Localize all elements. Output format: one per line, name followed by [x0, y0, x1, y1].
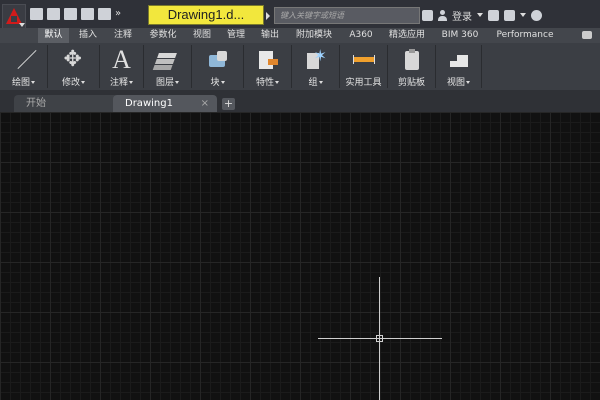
title-bar: » Drawing1.d... 键入关键字或短语 登录	[0, 0, 600, 34]
move-icon	[62, 47, 86, 72]
panel-properties-label: 特性	[255, 78, 274, 88]
chevron-down-icon	[318, 81, 323, 84]
document-title: Drawing1.d...	[148, 5, 264, 25]
title-right-controls: 登录	[422, 7, 542, 23]
tab-output[interactable]: 输出	[255, 28, 285, 43]
binoculars-icon[interactable]	[422, 9, 433, 21]
tab-addins[interactable]: 附加模块	[290, 28, 338, 43]
ribbon-tab-bar: 默认 插入 注释 参数化 视图 管理 输出 附加模块 A360 精选应用 BIM…	[0, 28, 600, 43]
chevron-down-icon	[19, 23, 25, 27]
crosshair-pickbox	[376, 335, 383, 342]
panel-clipboard[interactable]: 剪贴板	[388, 45, 436, 88]
panel-layers-label: 图层	[155, 78, 174, 88]
panel-utilities-label: 实用工具	[345, 78, 382, 88]
tab-featured-apps[interactable]: 精选应用	[383, 28, 431, 43]
panel-annotation-label: 注释	[109, 78, 128, 88]
tab-performance[interactable]: Performance	[491, 28, 559, 43]
clipboard-icon	[400, 49, 424, 71]
ribbon: 绘图 修改 A 注释 图层 块 特性 组 实用工具 剪贴板 视图	[0, 43, 600, 91]
tab-view[interactable]: 视图	[187, 28, 217, 43]
chevron-down-icon	[220, 81, 225, 84]
chevron-down-icon	[175, 81, 179, 84]
tab-manage[interactable]: 管理	[221, 28, 251, 43]
panel-annotation[interactable]: A 注释	[100, 45, 144, 88]
close-icon[interactable]: ×	[201, 95, 209, 112]
file-tab-bar: 开始 Drawing1 × +	[0, 90, 600, 112]
panel-modify[interactable]: 修改	[48, 45, 100, 88]
panel-view-label: 视图	[446, 78, 465, 88]
tab-parametric[interactable]: 参数化	[143, 28, 183, 43]
new-tab-button[interactable]: +	[222, 98, 235, 110]
expand-arrow-icon[interactable]	[266, 12, 270, 20]
group-icon	[304, 46, 328, 71]
save-as-icon[interactable]	[81, 8, 94, 20]
chevron-down-icon	[466, 81, 470, 84]
panel-clipboard-label: 剪贴板	[397, 78, 425, 88]
chevron-down-icon	[81, 81, 85, 84]
autocad-logo-icon	[6, 8, 22, 24]
open-file-icon[interactable]	[47, 8, 60, 20]
exchange-icon[interactable]	[488, 9, 499, 21]
file-tab-start[interactable]: 开始	[14, 95, 118, 112]
search-placeholder: 键入关键字或短语	[280, 11, 344, 20]
save-icon[interactable]	[64, 8, 77, 20]
quick-access-toolbar: »	[30, 8, 123, 22]
view-icon	[447, 49, 471, 71]
file-tab-start-label: 开始	[26, 98, 46, 109]
file-tab-drawing1[interactable]: Drawing1 ×	[113, 95, 217, 112]
file-tab-drawing1-label: Drawing1	[125, 98, 173, 109]
tab-bim360[interactable]: BIM 360	[435, 28, 485, 43]
panel-group-label: 组	[308, 78, 318, 88]
panel-block-label: 块	[210, 78, 220, 88]
print-icon[interactable]	[98, 8, 111, 20]
block-icon	[206, 49, 230, 71]
document-title-text: Drawing1.d...	[167, 7, 245, 22]
a360-icon[interactable]	[504, 9, 515, 21]
search-input[interactable]: 键入关键字或短语	[274, 7, 420, 24]
ribbon-minimize-icon[interactable]	[582, 31, 592, 39]
tab-default[interactable]: 默认	[38, 28, 69, 43]
panel-block[interactable]: 块	[192, 45, 244, 88]
tab-annotate[interactable]: 注释	[108, 28, 138, 43]
panel-properties[interactable]: 特性	[244, 45, 292, 88]
tab-a360[interactable]: A360	[343, 28, 379, 43]
panel-utilities[interactable]: 实用工具	[340, 45, 388, 88]
layers-icon	[156, 49, 180, 71]
drawing-canvas[interactable]	[0, 112, 600, 400]
text-icon: A	[112, 45, 131, 74]
tab-insert[interactable]: 插入	[73, 28, 103, 43]
chevron-down-icon	[275, 81, 279, 84]
panel-layers[interactable]: 图层	[144, 45, 192, 88]
line-icon	[12, 49, 36, 71]
chevron-down-icon[interactable]	[520, 13, 526, 17]
chevron-down-icon[interactable]	[477, 13, 483, 17]
panel-group[interactable]: 组	[292, 45, 340, 88]
user-icon[interactable]	[438, 9, 447, 21]
help-icon[interactable]	[531, 9, 542, 21]
panel-draw[interactable]: 绘图	[0, 45, 48, 88]
panel-draw-label: 绘图	[11, 78, 30, 88]
new-file-icon[interactable]	[30, 8, 43, 20]
panel-view[interactable]: 视图	[436, 45, 482, 88]
more-tools-icon[interactable]: »	[115, 8, 123, 20]
chevron-down-icon	[129, 81, 133, 84]
login-link[interactable]: 登录	[452, 8, 472, 23]
panel-modify-label: 修改	[61, 78, 80, 88]
properties-icon	[256, 49, 280, 71]
chevron-down-icon	[31, 81, 35, 84]
utilities-icon	[352, 49, 376, 71]
